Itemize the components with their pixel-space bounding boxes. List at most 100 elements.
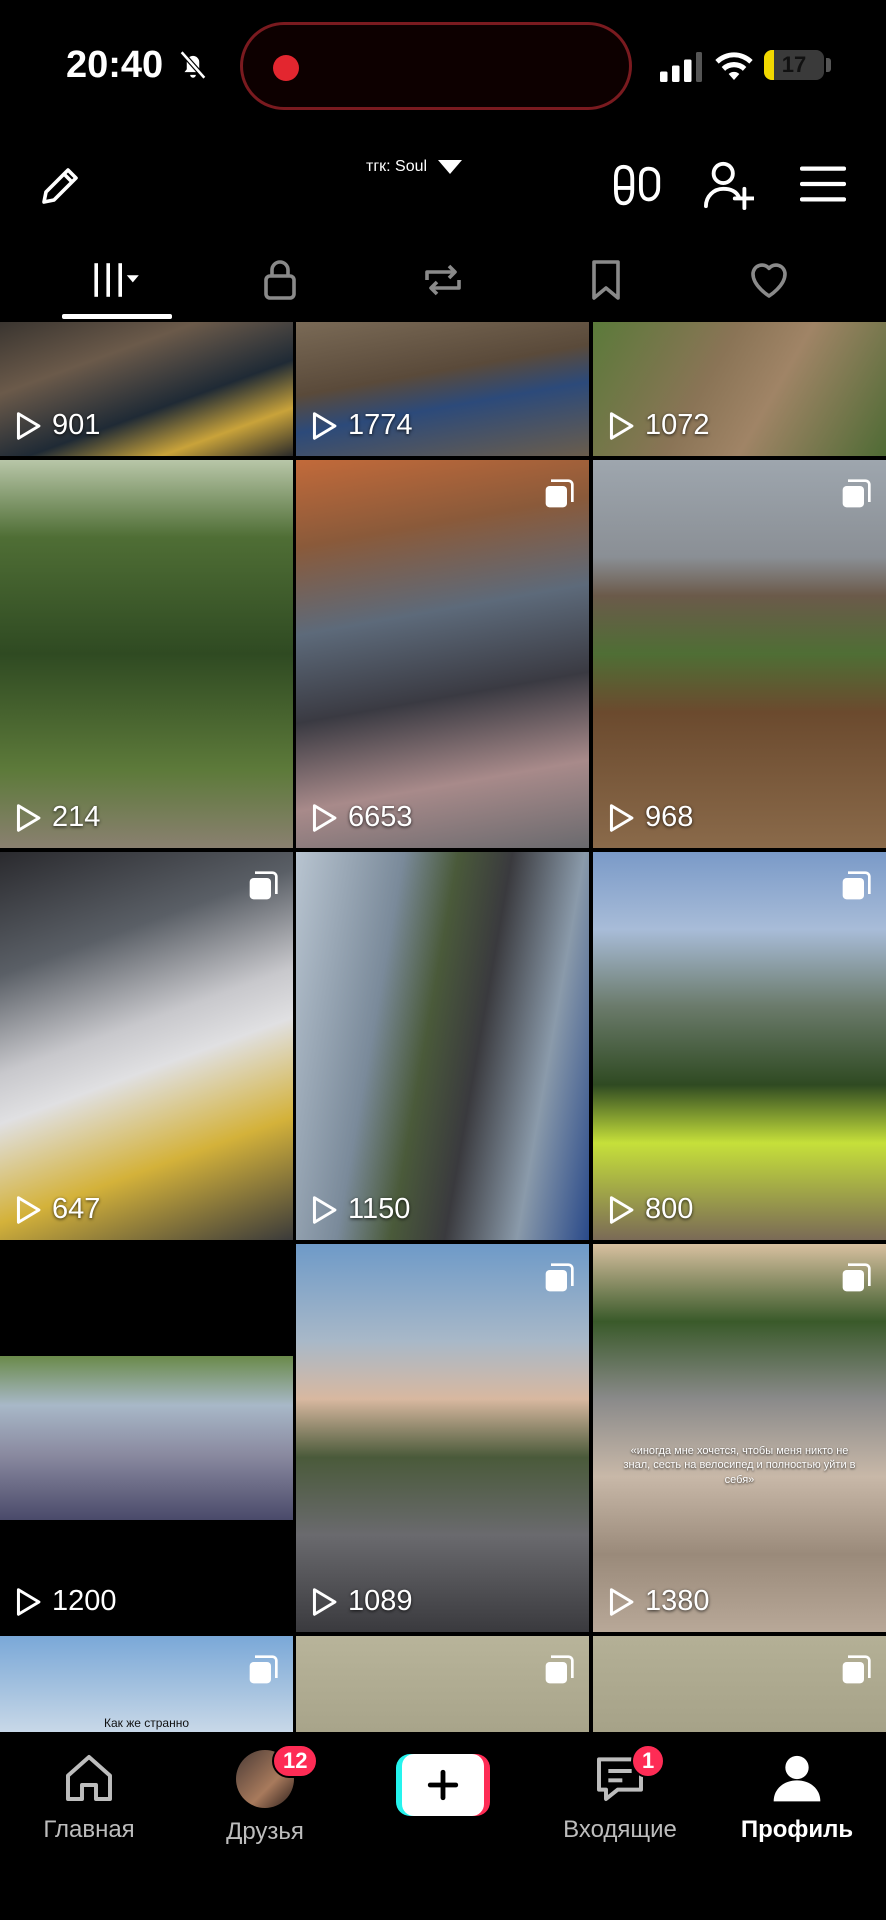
view-count: 1380 (607, 1585, 710, 1618)
view-count-text: 1089 (348, 1585, 413, 1617)
recording-dot-icon (273, 55, 299, 81)
tab-reposts[interactable] (383, 240, 503, 320)
view-count-text: 1774 (348, 409, 413, 441)
play-icon (609, 411, 634, 440)
video-thumbnail[interactable]: 1774 (296, 322, 589, 456)
nav-inbox[interactable]: 1 Входящие (535, 1744, 705, 1870)
hamburger-menu-icon[interactable] (800, 164, 846, 204)
photo-carousel-icon (249, 871, 278, 900)
profile-tabs (0, 240, 886, 320)
video-thumbnail[interactable]: Как же странно (0, 1636, 293, 1732)
video-thumbnail[interactable]: 1200 (0, 1244, 293, 1632)
cellular-signal-icon (660, 52, 702, 82)
bell-muted-icon (179, 50, 207, 80)
nav-home-label: Главная (43, 1816, 135, 1843)
video-thumbnail[interactable]: 214 (0, 460, 293, 848)
photo-carousel-icon (842, 1655, 871, 1684)
video-thumbnail[interactable]: 647 (0, 852, 293, 1240)
play-icon (312, 1195, 337, 1224)
view-count: 968 (607, 801, 693, 834)
tab-liked[interactable] (709, 240, 829, 320)
view-count-text: 968 (645, 801, 694, 833)
view-count: 1150 (310, 1193, 410, 1226)
video-thumbnail[interactable]: 800 (593, 852, 886, 1240)
account-switcher[interactable]: тгк: Soul (366, 158, 463, 176)
active-tab-indicator (62, 314, 172, 319)
view-count: 901 (14, 409, 100, 442)
screen-recording-indicator[interactable] (240, 22, 632, 110)
play-icon (609, 803, 634, 832)
video-thumbnail[interactable]: 1089 (296, 1244, 589, 1632)
wifi-icon (715, 52, 753, 80)
plus-icon (427, 1769, 459, 1801)
status-bar: 20:40 17 (0, 0, 886, 130)
profile-header: тгк: Soul (0, 140, 886, 230)
nav-profile-label: Профиль (740, 1816, 854, 1843)
view-count-text: 1150 (348, 1193, 411, 1225)
repost-icon (425, 264, 461, 296)
inbox-badge: 1 (631, 1744, 666, 1778)
account-name: тгк: Soul (366, 158, 428, 175)
create-button-face (402, 1754, 484, 1816)
nav-friends-label: Друзья (226, 1818, 304, 1845)
photo-carousel-icon (249, 1655, 278, 1684)
nav-profile[interactable]: Профиль (712, 1750, 882, 1870)
thumbnail-caption: «иногда мне хочется, чтобы меня никто не… (623, 1445, 856, 1486)
view-count-text: 1072 (645, 409, 710, 441)
video-thumbnail[interactable] (593, 1636, 886, 1732)
view-count: 800 (607, 1193, 693, 1226)
lock-icon (264, 260, 296, 300)
tab-favorites[interactable] (546, 240, 666, 320)
view-count: 6653 (310, 801, 413, 834)
create-button[interactable] (396, 1754, 490, 1816)
photo-carousel-icon (545, 1655, 574, 1684)
profile-icon (773, 1755, 821, 1802)
view-count-text: 1200 (52, 1585, 117, 1617)
thumbnail-caption: Как же странно (103, 1716, 190, 1730)
bookmark-icon (592, 260, 620, 300)
view-count: 214 (14, 801, 100, 834)
video-thumbnail[interactable]: 968 (593, 460, 886, 848)
video-thumbnail[interactable]: «иногда мне хочется, чтобы меня никто не… (593, 1244, 886, 1632)
bottom-navigation: Главная 12 Друзья 1 Входящие Профиль (0, 1732, 886, 1920)
view-count-text: 1380 (645, 1585, 710, 1617)
nav-friends[interactable]: 12 Друзья (180, 1744, 350, 1870)
caret-down-icon (438, 160, 463, 174)
video-grid: 901 1774 1072 214 6653 968 647 1150 800 … (0, 322, 886, 1732)
creator-tools-icon[interactable] (614, 162, 664, 210)
view-count: 1774 (310, 409, 413, 442)
home-icon (66, 1755, 112, 1801)
grid-icon (94, 263, 139, 297)
video-frame (0, 1356, 293, 1520)
view-count-text: 214 (52, 801, 101, 833)
video-thumbnail[interactable]: 901 (0, 322, 293, 456)
photo-carousel-icon (842, 871, 871, 900)
nav-home[interactable]: Главная (4, 1750, 174, 1870)
add-user-icon[interactable] (704, 160, 754, 210)
photo-carousel-icon (842, 479, 871, 508)
play-icon (312, 1587, 337, 1616)
heart-icon (751, 263, 787, 298)
battery-level: 17 (781, 52, 807, 77)
pencil-icon[interactable] (36, 162, 84, 210)
video-thumbnail[interactable]: 1072 (593, 322, 886, 456)
view-count-text: 800 (645, 1193, 694, 1225)
play-icon (609, 1587, 634, 1616)
battery-indicator: 17 (764, 50, 824, 80)
video-thumbnail[interactable]: 6653 (296, 460, 589, 848)
video-thumbnail[interactable]: 1150 (296, 852, 589, 1240)
video-thumbnail[interactable] (296, 1636, 589, 1732)
play-icon (16, 1587, 41, 1616)
status-time: 20:40 (66, 44, 164, 86)
photo-carousel-icon (545, 479, 574, 508)
view-count-text: 647 (52, 1193, 101, 1225)
photo-carousel-icon (842, 1263, 871, 1292)
view-count: 1072 (607, 409, 710, 442)
view-count: 1200 (14, 1585, 117, 1618)
play-icon (609, 1195, 634, 1224)
play-icon (312, 411, 337, 440)
view-count: 1089 (310, 1585, 413, 1618)
tab-videos[interactable] (56, 240, 176, 320)
tab-private[interactable] (220, 240, 340, 320)
play-icon (312, 803, 337, 832)
